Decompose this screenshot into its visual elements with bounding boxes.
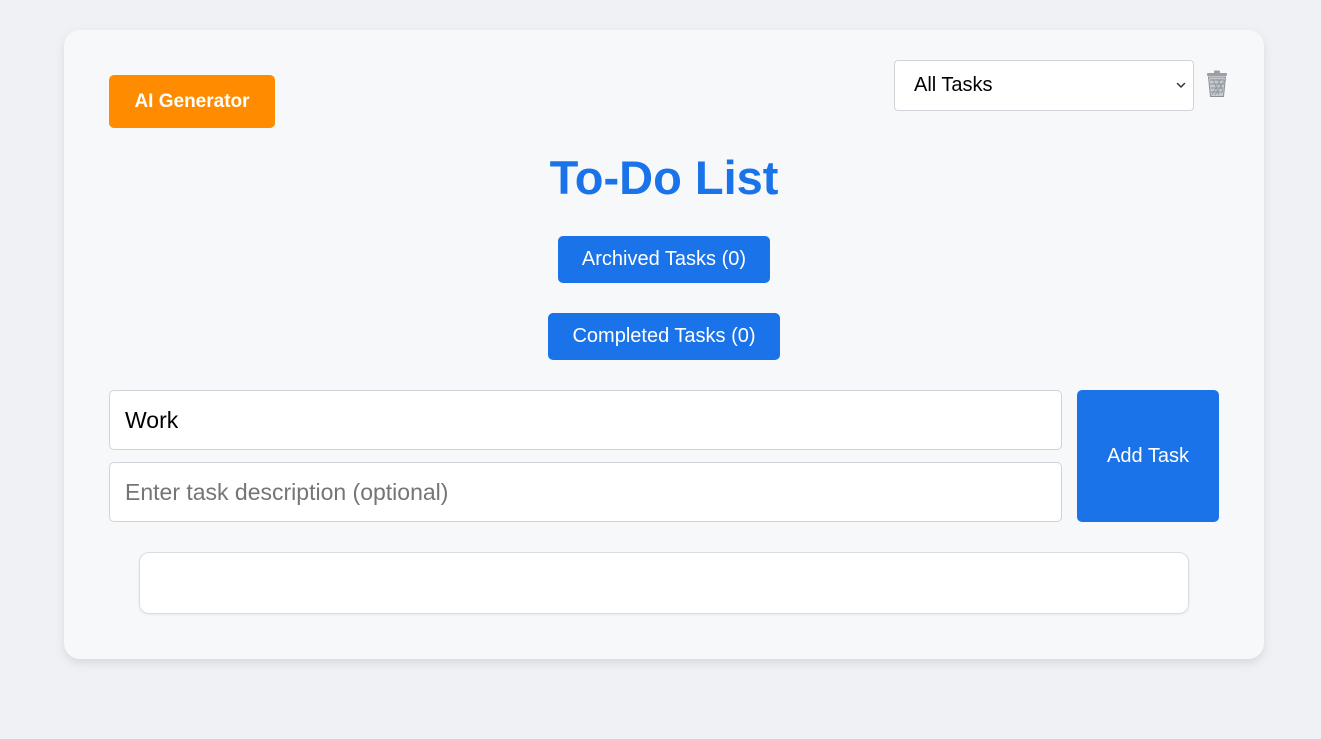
trash-icon[interactable] bbox=[1204, 70, 1230, 98]
todo-card: AI Generator All Tasks To-Do List Archiv… bbox=[64, 30, 1264, 659]
task-filter-value: All Tasks bbox=[914, 74, 993, 96]
completed-tasks-button[interactable]: Completed Tasks (0) bbox=[548, 313, 780, 360]
task-list bbox=[139, 552, 1189, 614]
page-title: To-Do List bbox=[549, 151, 779, 204]
task-filter-select[interactable]: All Tasks bbox=[894, 60, 1194, 111]
add-task-button[interactable]: Add Task bbox=[1077, 390, 1219, 522]
ai-generator-button[interactable]: AI Generator bbox=[109, 75, 275, 128]
task-title-input[interactable] bbox=[109, 390, 1062, 450]
chevron-down-icon bbox=[1176, 82, 1186, 88]
task-description-input[interactable] bbox=[109, 462, 1062, 522]
archived-tasks-button[interactable]: Archived Tasks (0) bbox=[558, 236, 770, 283]
